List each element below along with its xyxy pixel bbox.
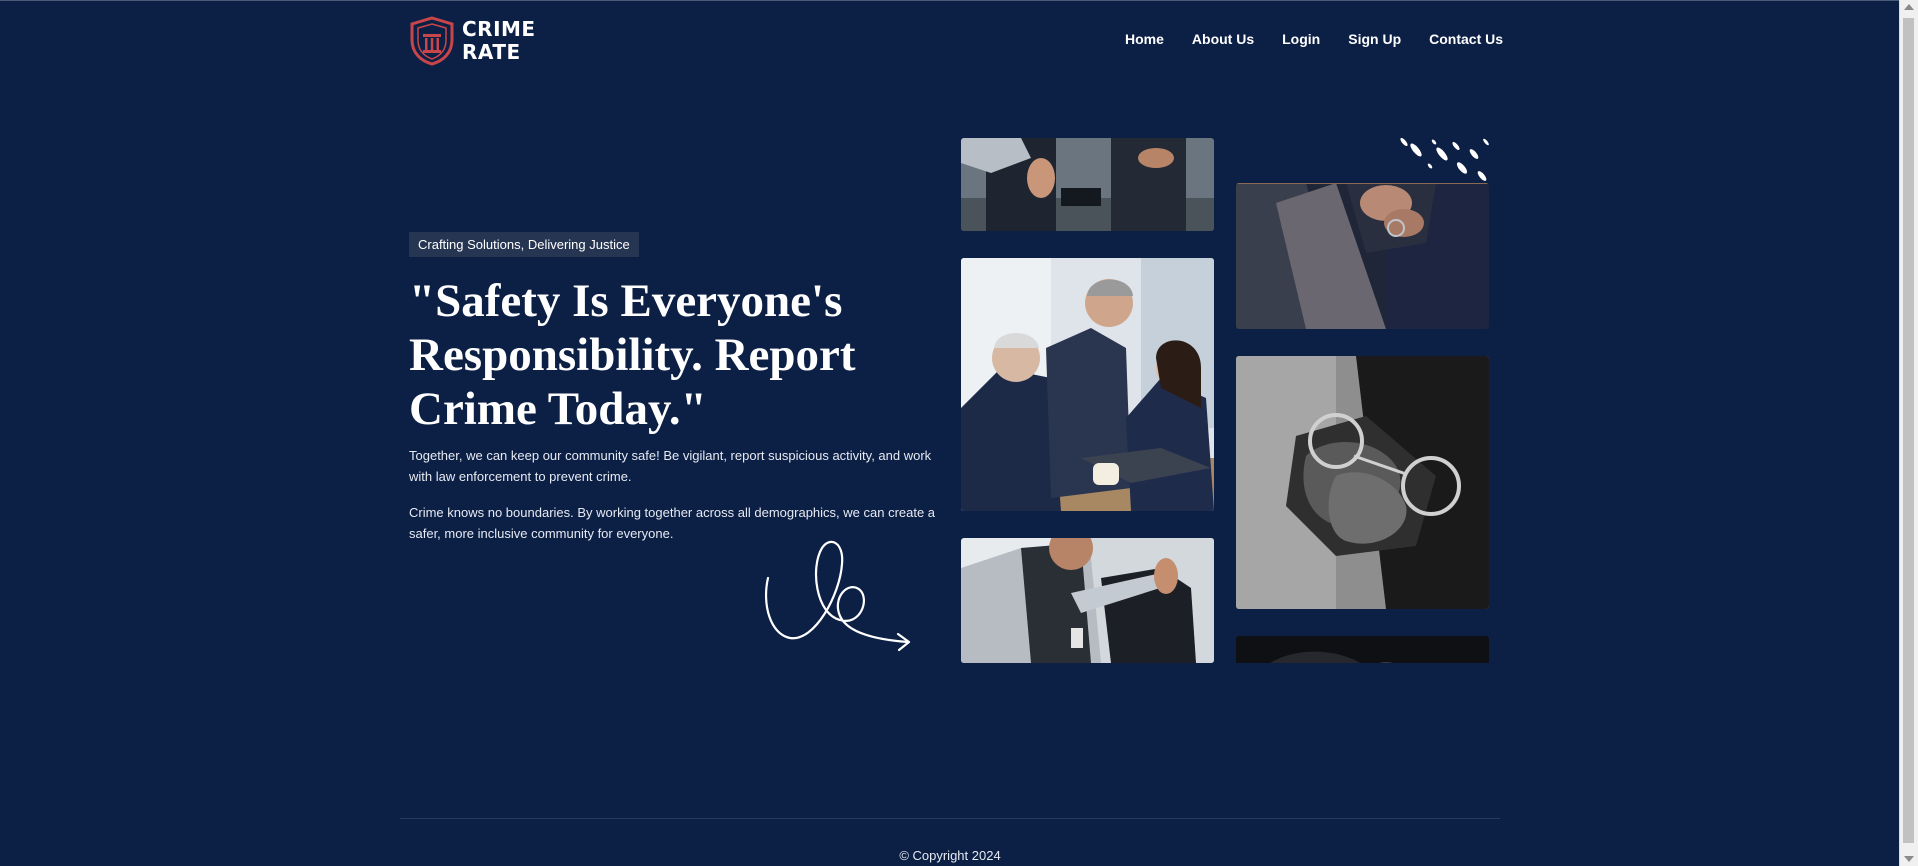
hero-headline: "Safety Is Everyone's Responsibility. Re… [409,275,856,435]
logo-text-line1: CRIME [462,17,536,41]
police-officers-photo [961,138,1214,231]
logo-text-line2: RATE [462,40,521,64]
partial-photo [1236,636,1489,663]
top-border [0,0,1900,1]
nav-contact-us[interactable]: Contact Us [1429,31,1503,47]
scroll-down-arrow-icon[interactable] [1904,856,1914,862]
shield-logo-icon [410,16,454,66]
scroll-up-arrow-icon[interactable] [1904,4,1914,10]
nav-sign-up[interactable]: Sign Up [1348,31,1401,47]
nav-about-us[interactable]: About Us [1192,31,1254,47]
photo-gallery [961,138,1489,663]
footer-copyright: © Copyright 2024 [899,848,1001,863]
page-scrollbar[interactable] [1899,0,1918,866]
nav-home[interactable]: Home [1125,31,1164,47]
main-nav: Home About Us Login Sign Up Contact Us [1125,31,1531,47]
police-arrest-photo [961,538,1214,663]
business-meeting-photo [961,258,1214,511]
hero-paragraph-1: Together, we can keep our community safe… [409,448,932,484]
squiggle-arrow-icon [764,540,911,652]
decorative-dots-icon [1400,138,1489,181]
logo[interactable]: CRIME RATE [408,16,536,66]
logo-text: CRIME RATE [462,18,536,64]
nav-login[interactable]: Login [1282,31,1320,47]
handcuffed-hands-photo [1236,183,1489,329]
footer-divider [400,818,1500,819]
handcuffs-closeup-photo [1236,356,1489,609]
tagline-badge: Crafting Solutions, Delivering Justice [409,232,639,257]
scrollbar-thumb[interactable] [1903,18,1914,843]
